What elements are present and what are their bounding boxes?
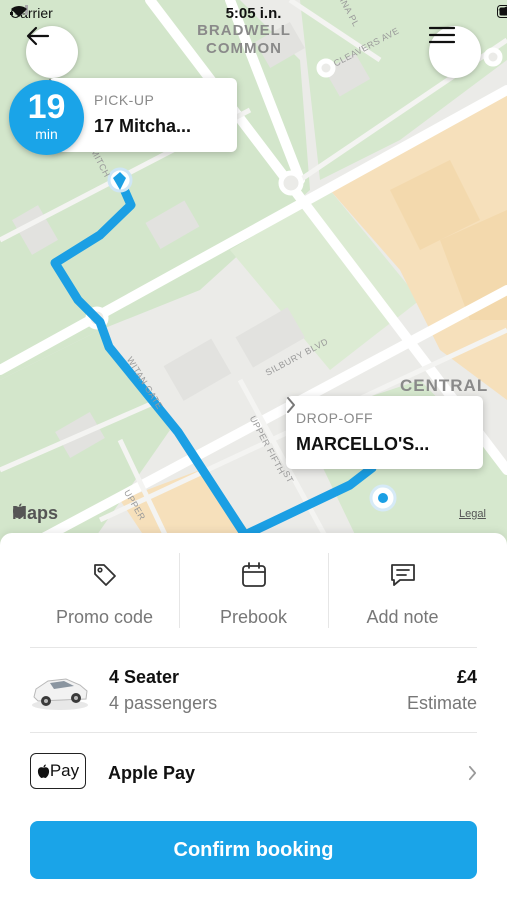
booking-sheet: Promo code Prebook Add note 4 Seater 4 p… — [0, 533, 507, 900]
price-estimate-label: Estimate — [406, 693, 477, 713]
prebook-button[interactable]: Prebook — [179, 533, 328, 648]
divider — [328, 553, 329, 628]
apple-logo-icon — [37, 764, 49, 778]
battery-icon — [497, 5, 507, 18]
confirm-booking-button[interactable]: Confirm booking — [30, 821, 477, 879]
prebook-label: Prebook — [219, 607, 288, 627]
divider — [30, 732, 477, 733]
legal-link[interactable]: Legal — [459, 508, 486, 520]
apple-pay-badge-text: Pay — [49, 761, 80, 780]
dropoff-pin-icon — [369, 484, 397, 512]
calendar-icon — [241, 562, 266, 587]
hamburger-menu-icon — [429, 26, 455, 44]
pickup-caption: PICK-UP — [94, 92, 155, 108]
eta-value: 19 — [27, 88, 66, 126]
add-note-label: Add note — [366, 607, 439, 627]
eta-unit: min — [35, 126, 58, 142]
vehicle-name: 4 Seater — [109, 667, 180, 687]
payment-method-name: Apple Pay — [108, 763, 196, 783]
status-bar: Carrier 5:05 i.n. — [0, 0, 507, 28]
vehicle-passengers: 4 passengers — [109, 693, 218, 713]
divider — [30, 647, 477, 648]
dropoff-callout[interactable]: DROP-OFF MARCELLO'S... — [286, 396, 483, 469]
back-button[interactable] — [26, 26, 78, 78]
map-view[interactable]: BRADWELL COMMON CENTRAL SILBURY BLVD UPP… — [0, 0, 507, 545]
eta-badge: 19 min — [9, 80, 84, 155]
divider — [179, 553, 180, 628]
promo-code-button[interactable]: Promo code — [30, 533, 179, 648]
pickup-address: 17 Mitcha... — [94, 116, 192, 136]
price-value: £4 — [456, 667, 477, 687]
area-label-central: CENTRAL — [400, 376, 489, 395]
promo-code-label: Promo code — [55, 607, 154, 627]
dropoff-caption: DROP-OFF — [296, 410, 374, 426]
status-time: 5:05 i.n. — [225, 5, 282, 22]
chevron-right-icon — [468, 765, 477, 781]
dropoff-address: MARCELLO'S... — [296, 434, 430, 454]
quick-actions: Promo code Prebook Add note — [30, 533, 477, 648]
apple-logo-icon — [13, 503, 25, 518]
maps-attribution: Maps — [12, 503, 58, 524]
apple-pay-badge: Pay — [30, 753, 86, 789]
menu-button[interactable] — [429, 26, 481, 78]
chevron-right-icon — [287, 397, 295, 413]
arrow-left-icon — [26, 26, 50, 46]
tag-icon — [93, 564, 116, 586]
pickup-pin-icon — [107, 167, 133, 193]
note-icon — [390, 564, 415, 586]
car-icon — [32, 678, 88, 710]
add-note-button[interactable]: Add note — [328, 533, 477, 648]
